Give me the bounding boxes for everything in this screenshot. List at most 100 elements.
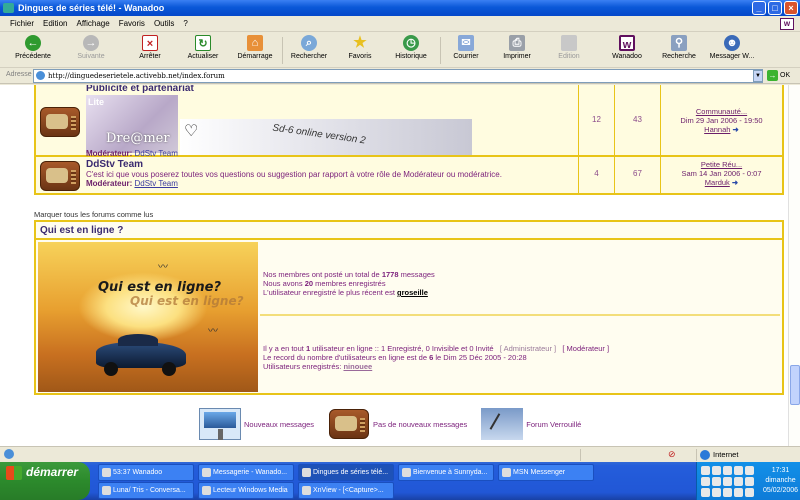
home-button[interactable]: ⌂ Démarrage <box>232 35 278 66</box>
page-status-icon <box>4 449 14 459</box>
start-button[interactable]: démarrer <box>0 462 90 500</box>
last-post-user[interactable]: Marduk <box>705 178 730 187</box>
tray-icon[interactable] <box>734 477 743 486</box>
tray-icon[interactable] <box>745 477 754 486</box>
scrollbar-thumb[interactable] <box>790 365 800 405</box>
tray-icon[interactable] <box>712 466 721 475</box>
stop-button[interactable]: × Arrêter <box>128 35 172 66</box>
newest-member-link[interactable]: groseille <box>397 288 428 297</box>
tray-icon[interactable] <box>723 477 732 486</box>
last-post-user[interactable]: Hannah <box>704 125 730 134</box>
page-viewport: Publicité et partenariat Lite Dre@mer ♡ … <box>0 85 788 446</box>
tray-icon[interactable] <box>734 466 743 475</box>
mail-button[interactable]: ✉ Courrier <box>446 35 486 66</box>
tray-icon[interactable] <box>701 488 710 497</box>
close-button[interactable]: × <box>784 1 798 15</box>
legend-no-new-posts: Pas de nouveaux messages <box>373 419 468 429</box>
moderator-link[interactable]: DdStv Team <box>134 179 177 188</box>
tray-icon[interactable] <box>701 466 710 475</box>
history-icon: ◷ <box>403 35 419 51</box>
search-icon: ⌕ <box>301 35 317 51</box>
task-xnview[interactable]: XnView - [<Capture>... <box>298 482 394 499</box>
binoculars-icon: ⚲ <box>671 35 687 51</box>
menu-fichier[interactable]: Fichier <box>10 19 34 28</box>
address-dropdown-icon[interactable]: ▼ <box>753 70 763 82</box>
address-input[interactable]: http://dinguedeserietele.activebb.net/in… <box>33 69 763 83</box>
menu-bar: Fichier Edition Affichage Favoris Outils… <box>0 16 800 32</box>
menu-favoris[interactable]: Favoris <box>119 19 145 28</box>
task-media-player[interactable]: Lecteur Windows Media <box>198 482 294 499</box>
menu-affichage[interactable]: Affichage <box>76 19 109 28</box>
goto-post-icon[interactable]: ➜ <box>732 178 738 187</box>
posts-count: 67 <box>614 157 660 193</box>
wanadoo-icon: w <box>619 35 635 51</box>
sd6-banner[interactable]: ♡ Sd-6 online version 2 <box>180 119 472 155</box>
tray-icon[interactable] <box>701 477 710 486</box>
refresh-button[interactable]: ↻ Actualiser <box>180 35 226 66</box>
windows-logo-icon <box>6 466 22 480</box>
last-post-topic[interactable]: Petite Réu... <box>661 160 782 169</box>
no-new-posts-icon <box>40 107 80 137</box>
messenger-button[interactable]: ☻ Messager W... <box>704 35 760 66</box>
back-button[interactable]: ← Précédente <box>8 35 58 66</box>
vertical-scrollbar[interactable] <box>788 85 800 446</box>
tray-icon[interactable] <box>745 488 754 497</box>
topics-count: 4 <box>578 157 614 193</box>
printer-icon: ⎙ <box>509 35 525 51</box>
window-titlebar[interactable]: Dingues de séries télé! - Wanadoo _ □ × <box>0 0 800 16</box>
goto-post-icon[interactable]: ➜ <box>733 125 739 134</box>
search-button[interactable]: ⌕ Rechercher <box>286 35 332 66</box>
no-new-posts-icon <box>329 409 370 439</box>
menu-edition[interactable]: Edition <box>43 19 67 28</box>
forum-row: Publicité et partenariat Lite Dre@mer ♡ … <box>36 85 782 158</box>
print-button[interactable]: ⎙ Imprimer <box>496 35 538 66</box>
forum-title[interactable]: DdStv Team <box>86 159 576 170</box>
tray-icon[interactable] <box>723 466 732 475</box>
online-user-link[interactable]: ninouee <box>343 362 372 371</box>
stop-icon: × <box>142 35 158 51</box>
taskbar: démarrer 53:37 Wanadoo Messagerie - Wana… <box>0 462 800 500</box>
tray-icon[interactable] <box>734 488 743 497</box>
forum-stats: Nos membres ont posté un total de 1778 m… <box>260 242 780 316</box>
menu-help[interactable]: ? <box>183 19 187 28</box>
star-icon: ★ <box>353 34 367 51</box>
dreamer-banner[interactable]: Lite Dre@mer <box>86 95 178 153</box>
favorites-button[interactable]: ★ Favoris <box>340 35 380 66</box>
go-button[interactable]: → OK <box>767 69 797 83</box>
task-msn[interactable]: MSN Messenger <box>498 464 594 481</box>
clock[interactable]: 17:31 dimanche 05/02/2006 <box>763 466 798 496</box>
system-tray: 17:31 dimanche 05/02/2006 <box>696 462 800 500</box>
task-dingues[interactable]: Dingues de séries télé... <box>298 464 394 481</box>
tray-icon[interactable] <box>723 488 732 497</box>
legend-locked: Forum Verrouillé <box>526 419 582 429</box>
locked-forum-icon <box>481 408 524 440</box>
toolbar-separator <box>440 37 441 64</box>
wanadoo-search-button[interactable]: ⚲ Recherche <box>656 35 702 66</box>
address-label: Adresse <box>6 71 32 78</box>
forward-button[interactable]: → Suivante <box>66 35 116 66</box>
page-icon <box>36 71 45 80</box>
forum-title[interactable]: Publicité et partenariat <box>86 85 194 94</box>
mark-all-read-link[interactable]: Marquer tous les forums comme lus <box>34 210 153 219</box>
wanadoo-button[interactable]: w Wanadoo <box>604 35 650 66</box>
mail-icon: ✉ <box>458 35 474 51</box>
history-button[interactable]: ◷ Historique <box>388 35 434 66</box>
member-count: 20 <box>304 279 314 288</box>
task-messagerie[interactable]: Messagerie - Wanado... <box>198 464 294 481</box>
task-wanadoo[interactable]: 53:37 Wanadoo <box>98 464 194 481</box>
refresh-icon: ↻ <box>195 35 211 51</box>
tray-icon[interactable] <box>712 488 721 497</box>
menu-outils[interactable]: Outils <box>154 19 174 28</box>
task-bienvenue[interactable]: Bienvenue à Sunnyda... <box>398 464 494 481</box>
toolbar-separator <box>282 37 283 64</box>
home-icon: ⌂ <box>247 35 263 51</box>
task-luna[interactable]: Luna/ Tris - Conversa... <box>98 482 194 499</box>
edit-button[interactable]: Edition <box>548 35 590 66</box>
maximize-button[interactable]: □ <box>768 1 782 15</box>
go-arrow-icon: → <box>767 69 778 81</box>
new-posts-icon <box>199 408 241 440</box>
tray-icon[interactable] <box>712 477 721 486</box>
minimize-button[interactable]: _ <box>752 1 766 15</box>
tray-icon[interactable] <box>745 466 754 475</box>
last-post-topic[interactable]: Communauté... <box>661 107 782 116</box>
